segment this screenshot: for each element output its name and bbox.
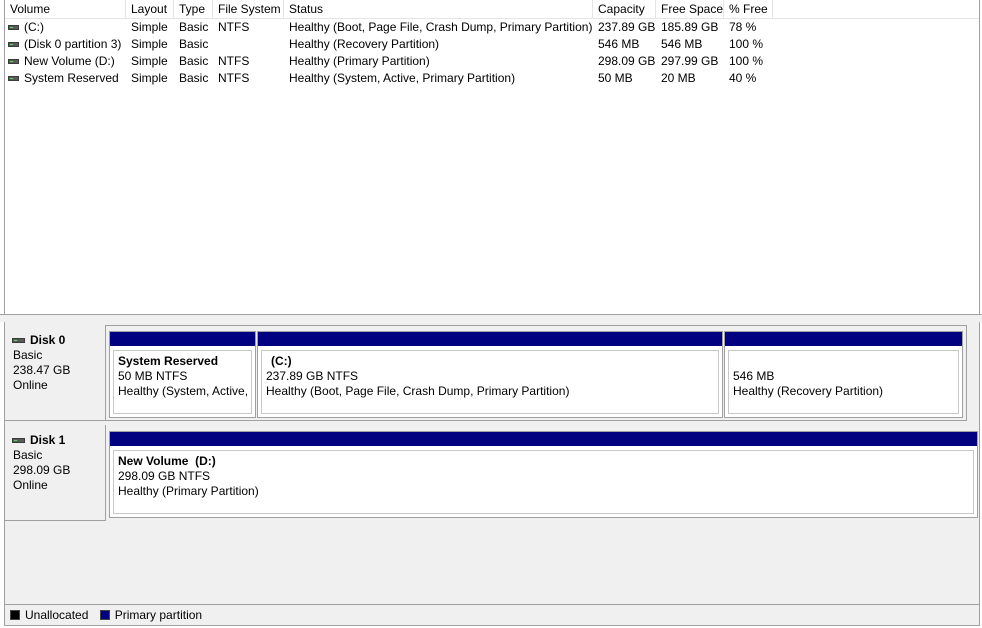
table-row[interactable]: New Volume (D:) Simple Basic NTFS Health… <box>5 53 979 70</box>
disk-icon <box>12 438 25 443</box>
disk-row-0: Disk 0 Basic 238.47 GB Online System Res… <box>5 325 979 421</box>
cell-percent-free: 100 % <box>729 37 764 51</box>
partition-body: (C:) 237.89 GB NTFS Healthy (Boot, Page … <box>261 350 719 414</box>
drive-icon <box>8 59 19 64</box>
partition-status: Healthy (Primary Partition) <box>118 484 259 498</box>
cell-percent-free: 40 % <box>729 71 757 85</box>
legend: Unallocated Primary partition <box>4 604 980 626</box>
partition-status: Healthy (System, Active, <box>118 384 249 398</box>
cell-type: Basic <box>179 54 209 68</box>
column-header-file-system[interactable]: File System <box>213 0 284 18</box>
column-header-free-space[interactable]: Free Space <box>656 0 724 18</box>
column-header-volume[interactable]: Volume <box>5 0 126 18</box>
partition-body: 546 MB Healthy (Recovery Partition) <box>728 350 959 414</box>
disk-title: Disk 1 <box>12 433 105 448</box>
disk-icon <box>12 338 25 343</box>
table-row[interactable]: System Reserved Simple Basic NTFS Health… <box>5 70 979 87</box>
legend-item-primary: Primary partition <box>99 605 203 625</box>
primary-swatch <box>99 610 110 620</box>
cell-free-space: 297.99 GB <box>661 54 719 68</box>
cell-file-system: NTFS <box>218 54 250 68</box>
cell-volume: New Volume (D:) <box>24 54 115 68</box>
partition-status: Healthy (Boot, Page File, Crash Dump, Pr… <box>266 384 570 398</box>
cell-file-system: NTFS <box>218 20 250 34</box>
disk-name: Disk 1 <box>30 433 66 447</box>
legend-item-unallocated: Unallocated <box>10 605 88 625</box>
list-header: Volume Layout Type File System Status Ca… <box>5 0 979 19</box>
volume-list[interactable]: Volume Layout Type File System Status Ca… <box>4 0 980 314</box>
cell-status: Healthy (System, Active, Primary Partiti… <box>289 71 516 85</box>
disk-state: Online <box>13 478 48 492</box>
partition-body: System Reserved 50 MB NTFS Healthy (Syst… <box>113 350 252 414</box>
disk-size: 298.09 GB <box>13 463 71 477</box>
drive-icon <box>8 76 19 81</box>
legend-label-primary: Primary partition <box>114 608 203 622</box>
cell-layout: Simple <box>131 71 168 85</box>
cell-capacity: 50 MB <box>598 71 633 85</box>
table-row[interactable]: (C:) Simple Basic NTFS Healthy (Boot, Pa… <box>5 19 979 36</box>
cell-layout: Simple <box>131 20 168 34</box>
disk-name: Disk 0 <box>30 333 66 347</box>
partition-size: 546 MB <box>733 369 775 383</box>
table-row[interactable]: (Disk 0 partition 3) Simple Basic Health… <box>5 36 979 53</box>
partition-size: 298.09 GB NTFS <box>118 469 211 483</box>
cell-layout: Simple <box>131 54 168 68</box>
disk-type: Basic <box>13 448 43 462</box>
partition-name: System Reserved <box>118 354 219 368</box>
partition-color-bar <box>725 332 962 346</box>
cell-type: Basic <box>179 37 209 51</box>
cell-type: Basic <box>179 71 209 85</box>
disk-map[interactable]: Disk 0 Basic 238.47 GB Online System Res… <box>4 322 980 604</box>
disk-info-1[interactable]: Disk 1 Basic 298.09 GB Online <box>5 425 106 521</box>
disk-type: Basic <box>13 348 43 362</box>
partition-color-bar <box>110 332 255 346</box>
partition-name <box>733 354 958 369</box>
disk-size: 238.47 GB <box>13 363 71 377</box>
pane-splitter[interactable] <box>0 314 982 322</box>
cell-capacity: 298.09 GB <box>598 54 656 68</box>
partition-new-volume-d[interactable]: New Volume (D:) 298.09 GB NTFS Healthy (… <box>109 431 978 518</box>
cell-free-space: 20 MB <box>661 71 696 85</box>
cell-volume: (C:) <box>24 20 44 34</box>
cell-free-space: 185.89 GB <box>661 20 719 34</box>
partition-body: New Volume (D:) 298.09 GB NTFS Healthy (… <box>113 450 974 514</box>
disk-row-1: Disk 1 Basic 298.09 GB Online New Volume… <box>5 425 979 521</box>
drive-icon <box>8 42 19 47</box>
partition-name: (C:) <box>271 354 292 368</box>
column-header-layout[interactable]: Layout <box>126 0 174 18</box>
legend-label-unallocated: Unallocated <box>25 608 89 622</box>
partition-size: 50 MB NTFS <box>118 369 188 383</box>
cell-layout: Simple <box>131 37 168 51</box>
cell-volume: System Reserved <box>24 71 119 85</box>
cell-status: Healthy (Recovery Partition) <box>289 37 440 51</box>
partition-color-bar <box>258 332 722 346</box>
disk-state: Online <box>13 378 48 392</box>
partition-name: New Volume (D:) <box>118 454 216 468</box>
partition-c-drive[interactable]: (C:) 237.89 GB NTFS Healthy (Boot, Page … <box>257 331 723 418</box>
cell-volume: (Disk 0 partition 3) <box>24 37 122 51</box>
partition-color-bar <box>110 432 977 446</box>
disk-title: Disk 0 <box>12 333 105 348</box>
cell-capacity: 237.89 GB <box>598 20 656 34</box>
drive-icon <box>8 25 19 30</box>
cell-capacity: 546 MB <box>598 37 640 51</box>
cell-status: Healthy (Primary Partition) <box>289 54 430 68</box>
cell-free-space: 546 MB <box>661 37 703 51</box>
disk-info-0[interactable]: Disk 0 Basic 238.47 GB Online <box>5 325 106 421</box>
cell-status: Healthy (Boot, Page File, Crash Dump, Pr… <box>289 20 593 34</box>
column-header-capacity[interactable]: Capacity <box>593 0 656 18</box>
cell-percent-free: 78 % <box>729 20 757 34</box>
cell-file-system: NTFS <box>218 71 250 85</box>
partition-system-reserved[interactable]: System Reserved 50 MB NTFS Healthy (Syst… <box>109 331 256 418</box>
column-header-percent-free[interactable]: % Free <box>724 0 773 18</box>
partition-status: Healthy (Recovery Partition) <box>733 384 884 398</box>
column-header-type[interactable]: Type <box>174 0 213 18</box>
cell-type: Basic <box>179 20 209 34</box>
unallocated-swatch <box>10 610 20 620</box>
cell-percent-free: 100 % <box>729 54 764 68</box>
partition-recovery[interactable]: 546 MB Healthy (Recovery Partition) <box>724 331 963 418</box>
column-header-status[interactable]: Status <box>284 0 593 18</box>
partition-size: 237.89 GB NTFS <box>266 369 359 383</box>
